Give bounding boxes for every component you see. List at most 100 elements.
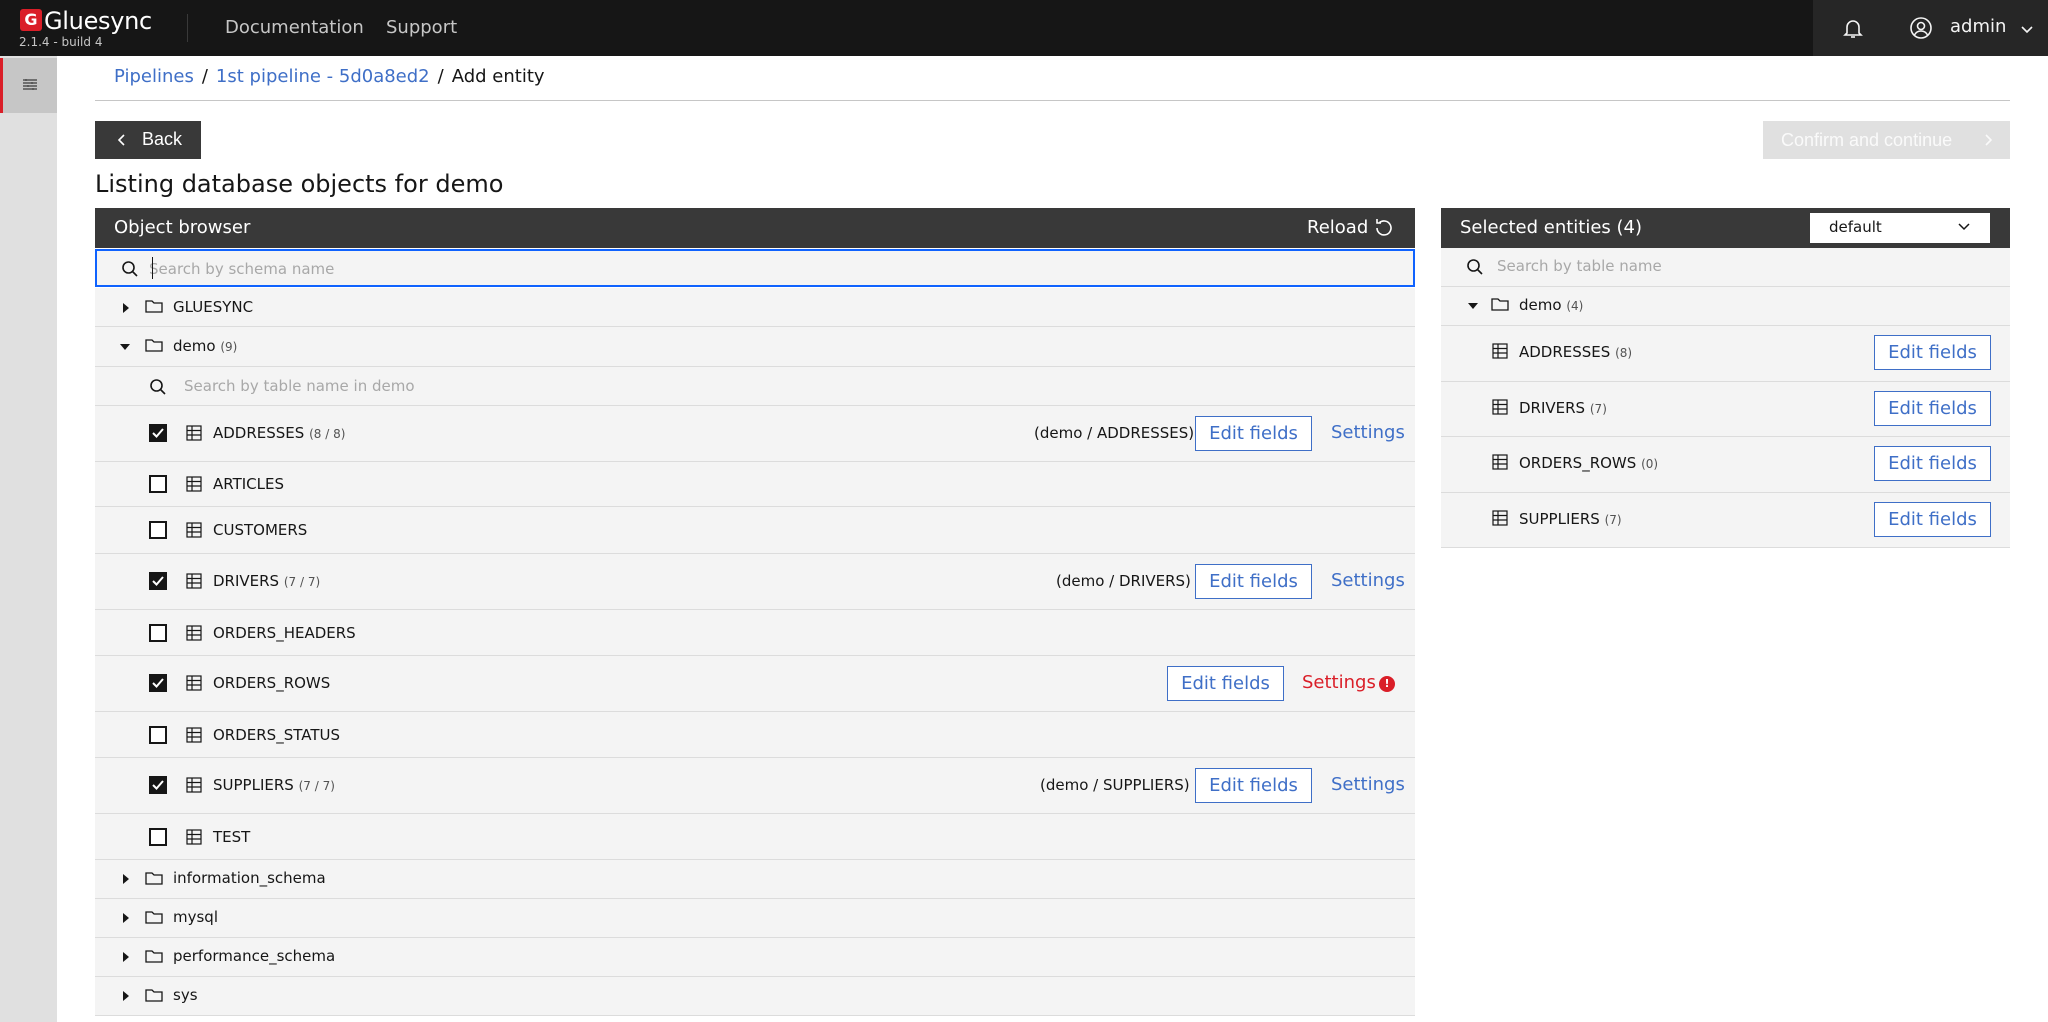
brand-name: Gluesync [44,7,152,35]
nav-support[interactable]: Support [386,17,457,38]
table-row-drivers: DRIVERS (7 / 7) (demo / DRIVERS) Edit fi… [95,554,1415,610]
confirm-continue-button[interactable]: Confirm and continue [1763,121,2010,159]
table-icon [1492,343,1508,359]
expand-arrow-icon[interactable] [123,952,129,962]
selected-search-input[interactable]: Search by table name [1497,257,1662,275]
schema-name: demo (9) [173,337,237,355]
collapse-arrow-icon[interactable] [120,344,130,350]
table-icon [186,675,202,691]
object-browser-title: Object browser [114,217,251,238]
table-name-text: DRIVERS [213,572,280,590]
edit-fields-button[interactable]: Edit fields [1195,564,1312,599]
table-icon [186,777,202,793]
target-path: (demo / SUPPLIERS) [1040,776,1190,794]
entity-name: SUPPLIERS (7) [1519,510,1622,528]
table-checkbox[interactable] [149,572,167,590]
table-checkbox[interactable] [149,828,167,846]
table-icon [186,727,202,743]
selected-schema-demo[interactable]: demo (4) [1441,287,2010,326]
schema-count: (9) [220,340,238,354]
edit-fields-button[interactable]: Edit fields [1195,768,1312,803]
table-checkbox[interactable] [149,521,167,539]
expand-arrow-icon[interactable] [123,874,129,884]
edit-fields-button[interactable]: Edit fields [1195,416,1312,451]
table-checkbox[interactable] [149,674,167,692]
expand-arrow-icon[interactable] [123,913,129,923]
chevron-right-icon [1985,134,1993,146]
collapse-arrow-icon[interactable] [1468,303,1478,309]
back-button[interactable]: Back [95,121,201,159]
table-row-suppliers: SUPPLIERS (7 / 7) (demo / SUPPLIERS) Edi… [95,758,1415,814]
schema-row-gluesync[interactable]: GLUESYNC [95,288,1415,327]
reload-icon[interactable] [1373,217,1395,239]
selected-entities-title: Selected entities (4) [1460,217,1643,238]
settings-link[interactable]: Settings [1331,422,1405,443]
expand-arrow-icon[interactable] [123,991,129,1001]
table-checkbox[interactable] [149,624,167,642]
schema-row-sys[interactable]: sys [95,977,1415,1016]
schema-search-input[interactable] [149,257,1379,281]
rail-item-pipelines[interactable] [0,58,57,113]
notification-bell-icon[interactable] [1841,16,1865,40]
schema-row-performance-schema[interactable]: performance_schema [95,938,1415,977]
user-menu-label[interactable]: admin [1950,16,2006,37]
table-row-orders-rows: ORDERS_ROWS Edit fields Settings ! [95,656,1415,712]
table-count: (8 / 8) [309,427,346,441]
schema-name: GLUESYNC [173,298,254,316]
selected-search-row[interactable]: Search by table name [1441,248,2010,287]
entity-name-text: DRIVERS [1519,399,1586,417]
table-icon [186,425,202,441]
nav-documentation[interactable]: Documentation [225,17,364,38]
table-name: TEST [213,828,251,846]
table-name-text: ADDRESSES [213,424,305,442]
table-name: ORDERS_HEADERS [213,624,356,642]
table-icon [186,829,202,845]
schema-name: demo (4) [1519,296,1583,314]
connection-dropdown[interactable]: default [1810,213,1990,243]
edit-fields-button[interactable]: Edit fields [1874,446,1991,481]
target-path: (demo / DRIVERS) [1056,572,1191,590]
table-checkbox[interactable] [149,475,167,493]
dropdown-value: default [1829,218,1882,236]
checkmark-icon [152,678,164,688]
table-search-input[interactable]: Search by table name in demo [184,377,415,395]
table-name: ADDRESSES (8 / 8) [213,424,345,442]
settings-link[interactable]: Settings [1331,774,1405,795]
table-checkbox[interactable] [149,726,167,744]
checkmark-icon [152,428,164,438]
selected-entity-drivers: DRIVERS (7) Edit fields [1441,382,2010,437]
breadcrumb-pipeline[interactable]: 1st pipeline - 5d0a8ed2 [216,66,430,87]
page-title: Listing database objects for demo [95,170,503,198]
table-row-customers: CUSTOMERS [95,507,1415,554]
table-icon [1492,510,1508,526]
confirm-button-label: Confirm and continue [1781,129,1953,150]
schema-count: (4) [1566,299,1584,313]
edit-fields-button[interactable]: Edit fields [1874,391,1991,426]
edit-fields-button[interactable]: Edit fields [1874,335,1991,370]
reload-button[interactable]: Reload [1307,217,1368,238]
edit-fields-button[interactable]: Edit fields [1874,502,1991,537]
expand-arrow-icon[interactable] [123,303,129,313]
settings-link[interactable]: Settings [1331,570,1405,591]
schema-name: mysql [173,908,218,926]
schema-row-mysql[interactable]: mysql [95,899,1415,938]
table-name: ORDERS_ROWS [213,674,331,692]
search-icon [122,261,138,277]
target-path: (demo / ADDRESSES) [1034,424,1195,442]
table-search-row[interactable]: Search by table name in demo [95,367,1415,406]
settings-link-error[interactable]: Settings [1302,672,1376,693]
table-row-orders-status: ORDERS_STATUS [95,712,1415,758]
chevron-down-icon[interactable] [2019,21,2035,37]
edit-fields-button[interactable]: Edit fields [1167,666,1284,701]
folder-icon [145,872,163,885]
user-avatar-icon[interactable] [1909,16,1933,40]
table-checkbox[interactable] [149,424,167,442]
breadcrumb-pipelines[interactable]: Pipelines [114,66,194,87]
entity-name: ADDRESSES (8) [1519,343,1632,361]
schema-row-information-schema[interactable]: information_schema [95,860,1415,899]
schema-search-box[interactable] [95,249,1415,287]
schema-row-demo[interactable]: demo (9) [95,327,1415,367]
object-browser-header: Object browser Reload [95,208,1415,248]
table-checkbox[interactable] [149,776,167,794]
chevron-left-icon [117,134,125,146]
